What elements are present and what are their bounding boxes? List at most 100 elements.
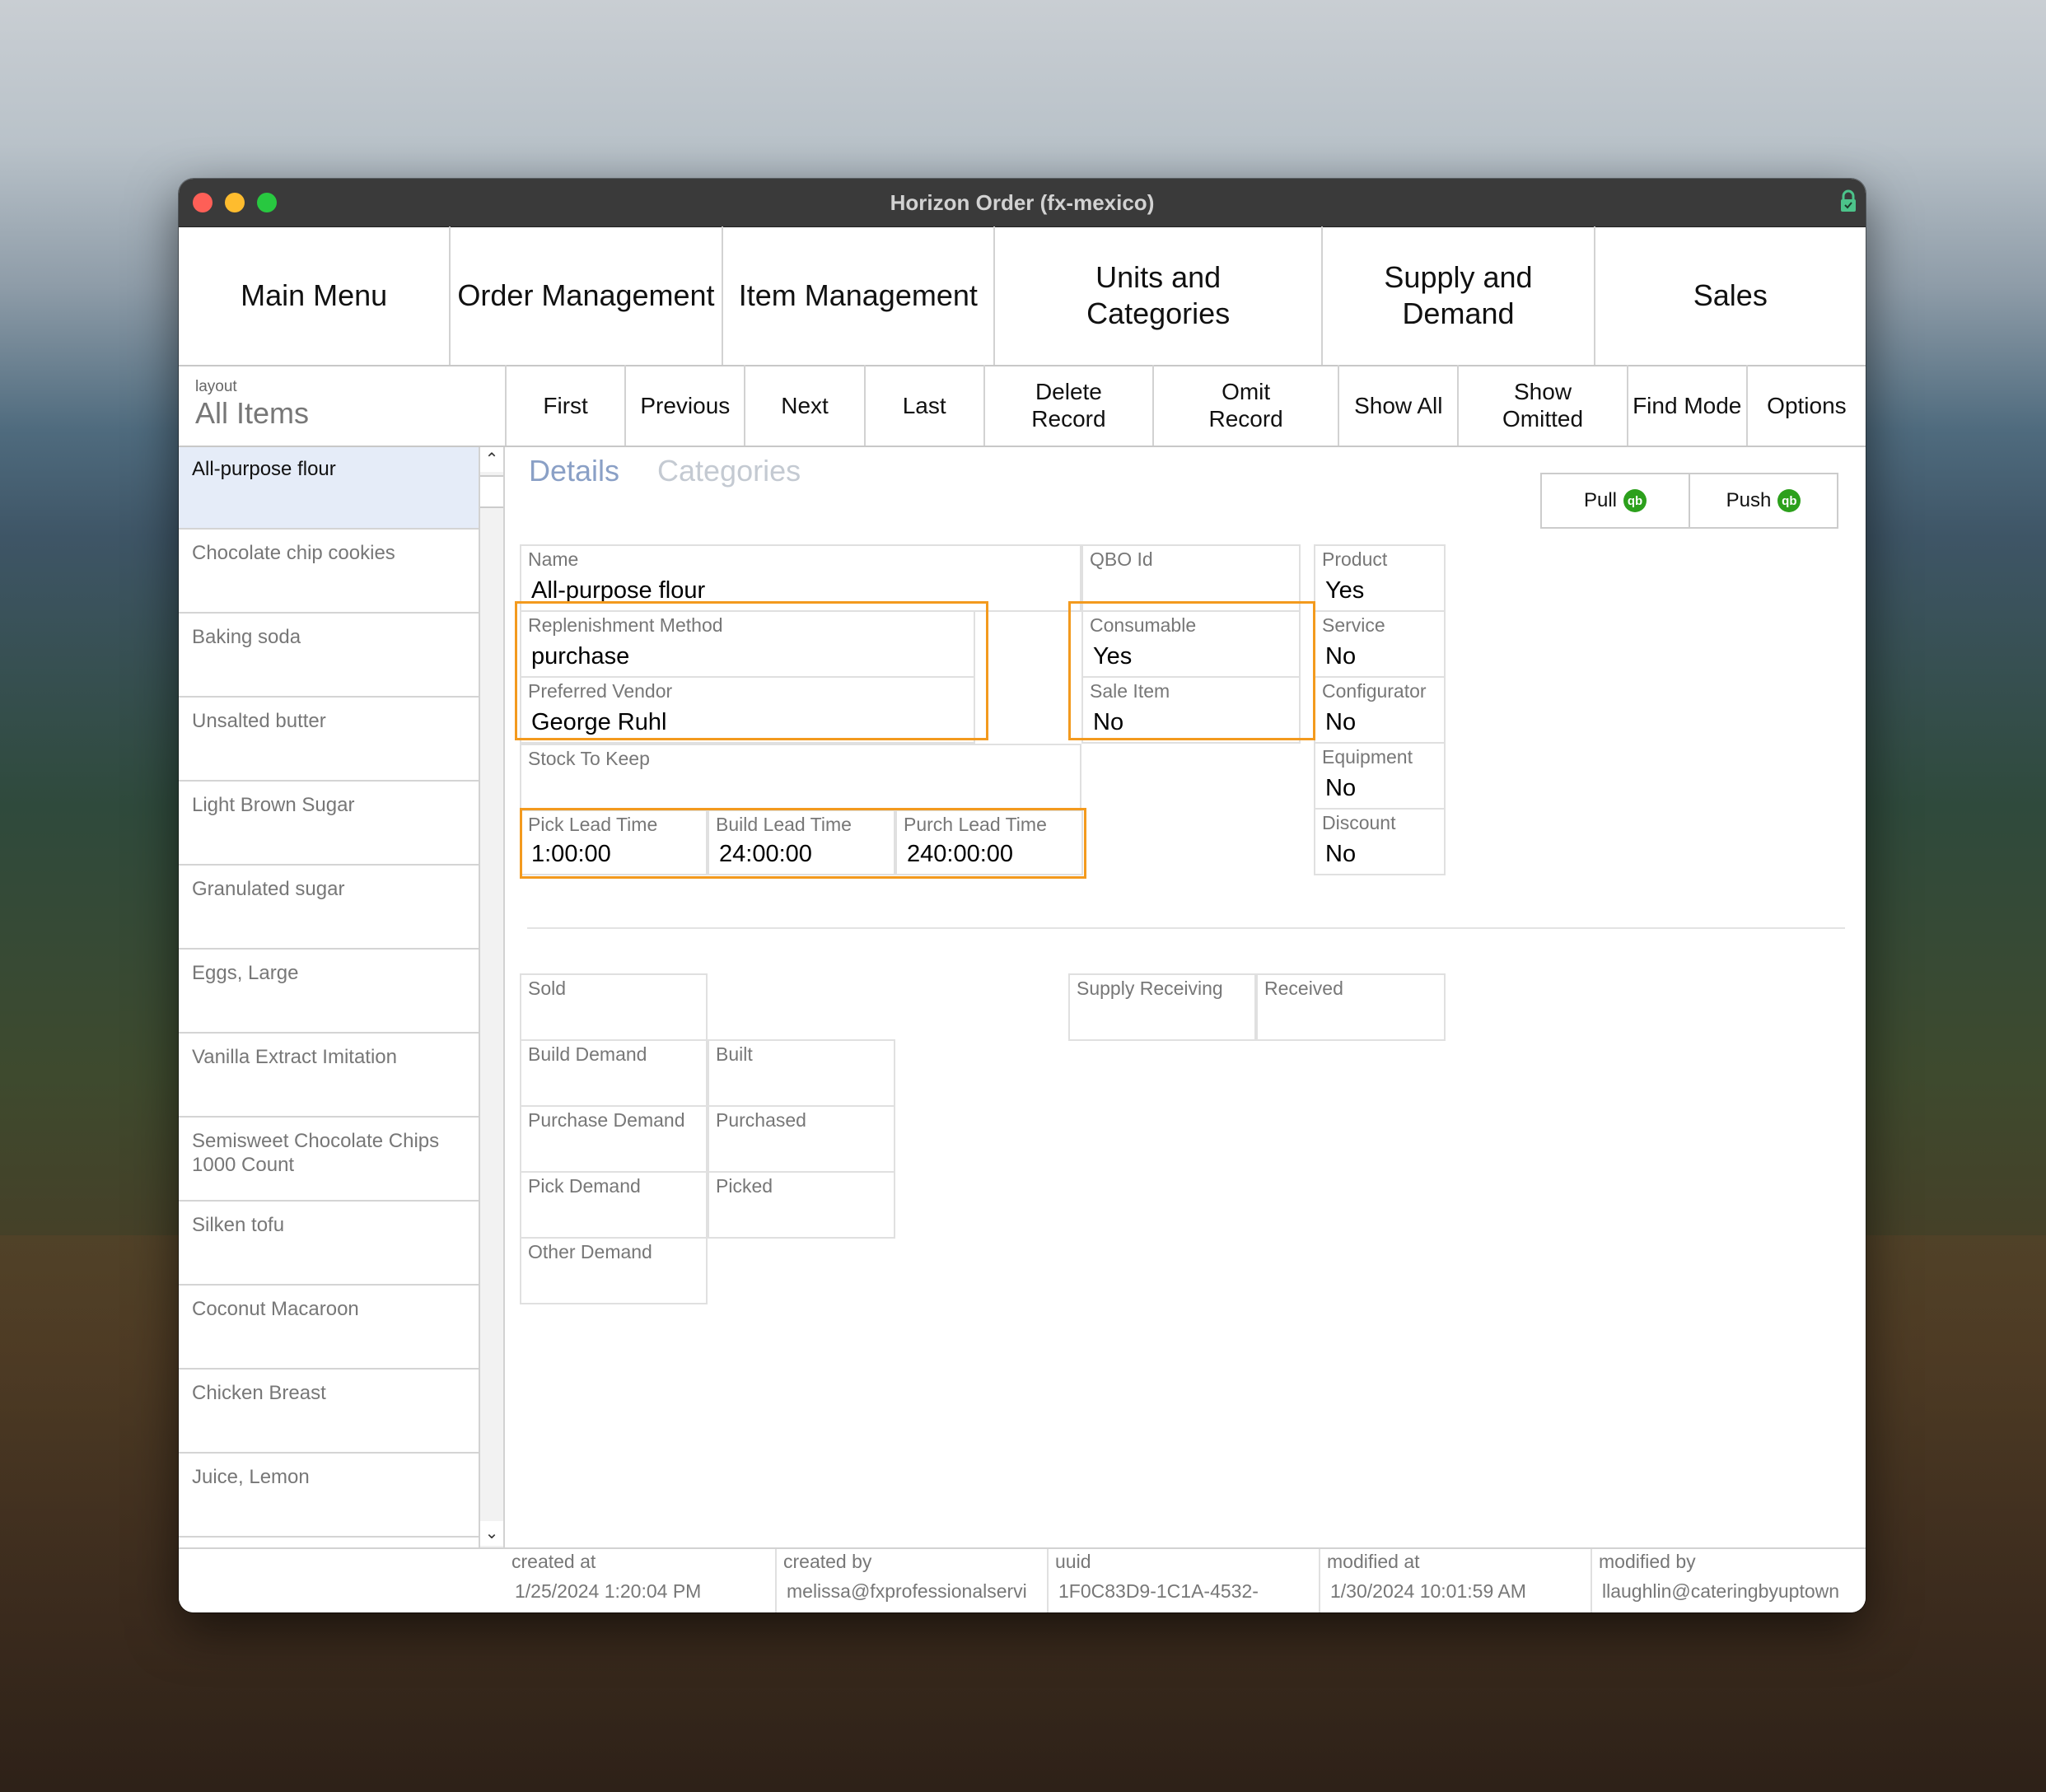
field-label: created at xyxy=(512,1551,596,1572)
nav-order-management[interactable]: Order Management xyxy=(451,226,723,365)
list-item[interactable]: Eggs, Large xyxy=(179,951,479,1034)
highlight-box xyxy=(515,601,988,740)
list-item[interactable]: Juice, Lemon xyxy=(179,1455,479,1538)
purchased-field[interactable]: Purchased xyxy=(708,1105,895,1173)
list-item[interactable]: Baking soda xyxy=(179,615,479,698)
field-label: Stock To Keep xyxy=(528,748,650,769)
modified-by-cell: modified by llaughlin@cateringbyuptown xyxy=(1592,1549,1866,1612)
built-field[interactable]: Built xyxy=(708,1039,895,1107)
title-bar: Horizon Order (fx-mexico) xyxy=(179,179,1866,227)
push-button[interactable]: Push qb xyxy=(1689,473,1838,529)
uuid-cell: uuid 1F0C83D9-1C1A-4532- xyxy=(1049,1549,1320,1612)
field-label: Pick Demand xyxy=(528,1175,641,1197)
nav-units-and-categories[interactable]: Units and Categories xyxy=(995,226,1324,365)
first-record-button[interactable]: First xyxy=(507,365,627,446)
list-item[interactable]: All-purpose flour xyxy=(179,447,479,530)
section-divider xyxy=(527,927,1845,929)
field-label: Sold xyxy=(528,978,567,999)
product-field[interactable]: Product Yes xyxy=(1314,544,1446,612)
field-label: Picked xyxy=(716,1175,773,1197)
field-label: Supply Receiving xyxy=(1077,978,1223,999)
list-item[interactable]: Light Brown Sugar xyxy=(179,783,479,866)
lock-icon xyxy=(1841,189,1856,212)
top-navigation: Main Menu Order Management Item Manageme… xyxy=(179,226,1866,366)
list-item[interactable]: Chicken Breast xyxy=(179,1371,479,1454)
record-metadata-footer: created at 1/25/2024 1:20:04 PM created … xyxy=(179,1547,1866,1612)
field-label: Purchase Demand xyxy=(528,1109,685,1131)
field-value: No xyxy=(1325,709,1357,735)
field-value: 1/25/2024 1:20:04 PM xyxy=(515,1580,702,1602)
created-at-cell: created at 1/25/2024 1:20:04 PM xyxy=(505,1549,777,1612)
pull-button[interactable]: Pull qb xyxy=(1540,473,1690,529)
delete-record-button[interactable]: Delete Record xyxy=(985,365,1155,446)
scroll-up-arrow-icon[interactable]: ⌃ xyxy=(480,447,503,472)
received-field[interactable]: Received xyxy=(1256,973,1446,1041)
pull-label: Pull xyxy=(1583,489,1618,511)
list-item[interactable]: Coconut Macaroon xyxy=(179,1287,479,1370)
stock-to-keep-field[interactable]: Stock To Keep xyxy=(520,744,1081,810)
configurator-field[interactable]: Configurator No xyxy=(1314,676,1446,744)
options-button[interactable]: Options xyxy=(1748,365,1866,446)
field-value: No xyxy=(1325,775,1357,801)
window-title: Horizon Order (fx-mexico) xyxy=(890,190,1155,215)
discount-field[interactable]: Discount No xyxy=(1314,808,1446,875)
find-mode-button[interactable]: Find Mode xyxy=(1628,365,1748,446)
field-value: llaughlin@cateringbyuptown xyxy=(1602,1580,1840,1602)
list-scrollbar[interactable]: ⌃ ⌄ xyxy=(479,447,505,1547)
list-item[interactable]: Silken tofu xyxy=(179,1203,479,1286)
quickbooks-icon: qb xyxy=(1623,489,1647,512)
nav-sales[interactable]: Sales xyxy=(1595,226,1866,365)
record-toolbar: layout All Items First Previous Next Las… xyxy=(179,365,1866,447)
supply-receiving-field[interactable]: Supply Receiving xyxy=(1068,973,1256,1041)
highlight-box xyxy=(520,808,1086,879)
last-record-button[interactable]: Last xyxy=(866,365,985,446)
field-label: Configurator xyxy=(1322,680,1427,702)
field-label: Build Demand xyxy=(528,1043,647,1065)
field-label: Name xyxy=(528,548,579,570)
created-by-cell: created by melissa@fxprofessionalservi xyxy=(777,1549,1049,1612)
next-record-button[interactable]: Next xyxy=(745,365,866,446)
pick-demand-field[interactable]: Pick Demand xyxy=(520,1171,708,1239)
field-value: No xyxy=(1325,841,1357,867)
picked-field[interactable]: Picked xyxy=(708,1171,895,1239)
field-label: modified at xyxy=(1327,1551,1420,1572)
field-value: melissa@fxprofessionalservi xyxy=(787,1580,1027,1602)
field-value: No xyxy=(1325,643,1357,670)
nav-item-management[interactable]: Item Management xyxy=(723,226,995,365)
field-label: created by xyxy=(783,1551,872,1572)
equipment-field[interactable]: Equipment No xyxy=(1314,742,1446,810)
sold-field[interactable]: Sold xyxy=(520,973,708,1041)
field-value: Yes xyxy=(1325,577,1365,604)
show-all-button[interactable]: Show All xyxy=(1339,365,1460,446)
scroll-down-arrow-icon[interactable]: ⌄ xyxy=(480,1521,503,1546)
nav-supply-and-demand[interactable]: Supply and Demand xyxy=(1323,226,1595,365)
quickbooks-icon: qb xyxy=(1777,489,1801,512)
list-item[interactable]: Semisweet Chocolate Chips 1000 Count xyxy=(179,1119,479,1202)
show-omitted-button[interactable]: Show Omitted xyxy=(1459,365,1628,446)
list-item[interactable]: Vanilla Extract Imitation xyxy=(179,1035,479,1118)
service-field[interactable]: Service No xyxy=(1314,610,1446,678)
push-label: Push xyxy=(1726,489,1772,511)
layout-caption: layout xyxy=(195,378,237,395)
layout-selector[interactable]: layout All Items xyxy=(179,365,507,446)
other-demand-field[interactable]: Other Demand xyxy=(520,1237,708,1304)
list-item[interactable]: Chocolate chip cookies xyxy=(179,531,479,614)
purchase-demand-field[interactable]: Purchase Demand xyxy=(520,1105,708,1173)
previous-record-button[interactable]: Previous xyxy=(626,365,746,446)
field-label: Purchased xyxy=(716,1109,806,1131)
scroll-thumb[interactable] xyxy=(480,475,503,508)
layout-value: All Items xyxy=(195,396,310,430)
item-list: All-purpose flour Chocolate chip cookies… xyxy=(179,447,479,1542)
field-label: Discount xyxy=(1322,812,1396,833)
list-item[interactable]: Granulated sugar xyxy=(179,867,479,950)
field-value: 1/30/2024 10:01:59 AM xyxy=(1330,1580,1526,1602)
nav-main-menu[interactable]: Main Menu xyxy=(179,226,451,365)
field-label: Received xyxy=(1264,978,1343,999)
field-label: Service xyxy=(1322,614,1385,636)
list-item[interactable]: Unsalted butter xyxy=(179,699,479,782)
omit-record-button[interactable]: Omit Record xyxy=(1154,365,1340,446)
build-demand-field[interactable]: Build Demand xyxy=(520,1039,708,1107)
tab-categories[interactable]: Categories xyxy=(657,454,801,488)
field-label: Other Demand xyxy=(528,1241,652,1262)
tab-details[interactable]: Details xyxy=(529,454,619,488)
